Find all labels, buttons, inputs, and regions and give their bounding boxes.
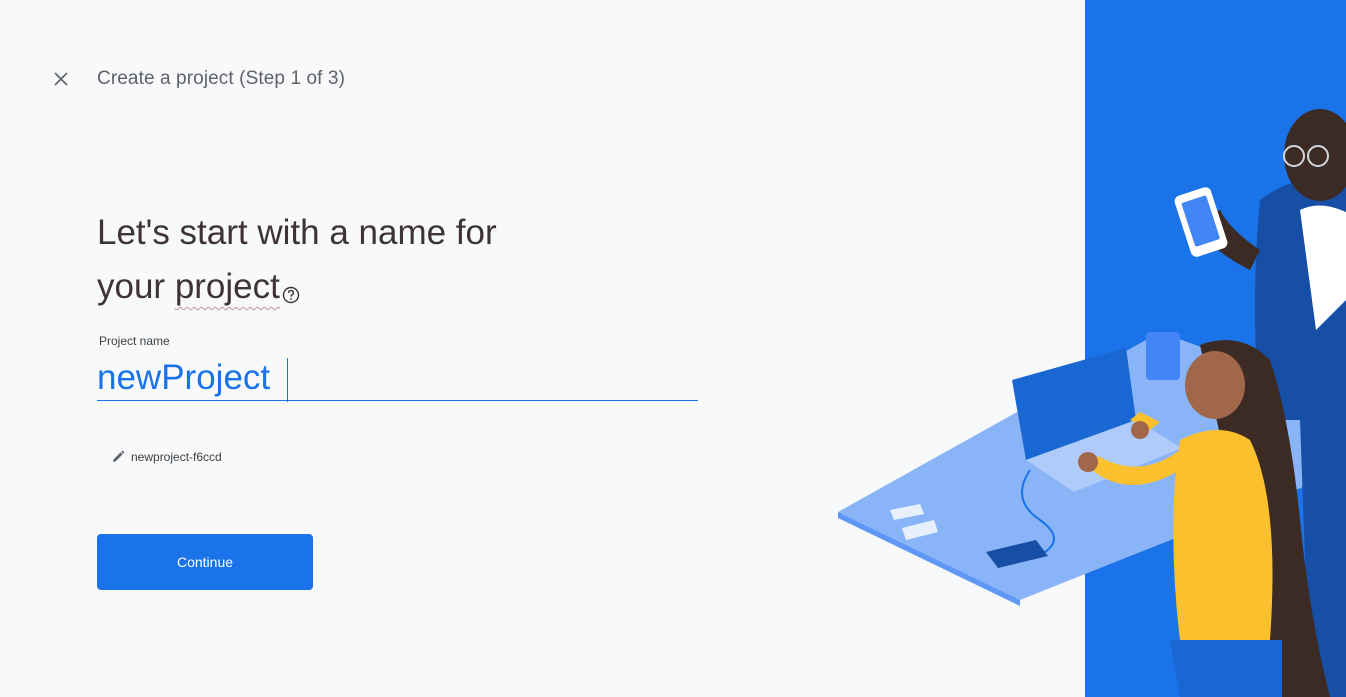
- project-id-chip[interactable]: newproject-f6ccd: [97, 445, 234, 469]
- headline-line-1: Let's start with a name for: [97, 213, 497, 252]
- page-title: Let's start with a name for your project: [97, 206, 617, 320]
- project-id-text: newproject-f6ccd: [131, 450, 222, 464]
- project-name-input-wrap: [97, 356, 698, 401]
- project-name-label: Project name: [99, 334, 170, 348]
- close-icon: [54, 72, 68, 86]
- onboarding-illustration: [838, 0, 1346, 697]
- project-name-input[interactable]: [97, 356, 698, 400]
- step-title: Create a project (Step 1 of 3): [97, 68, 346, 89]
- headline-project-word: project: [174, 267, 280, 306]
- help-circle-icon[interactable]: [282, 266, 300, 320]
- project-name-field: Project name: [97, 334, 698, 402]
- headline-prefix: your: [97, 267, 175, 306]
- text-caret: [287, 358, 288, 402]
- dialog-header: Create a project (Step 1 of 3): [50, 64, 345, 94]
- continue-button[interactable]: Continue: [97, 534, 313, 590]
- pencil-icon: [113, 450, 125, 462]
- headline-line-2: your project: [97, 260, 617, 320]
- close-button[interactable]: [50, 68, 72, 90]
